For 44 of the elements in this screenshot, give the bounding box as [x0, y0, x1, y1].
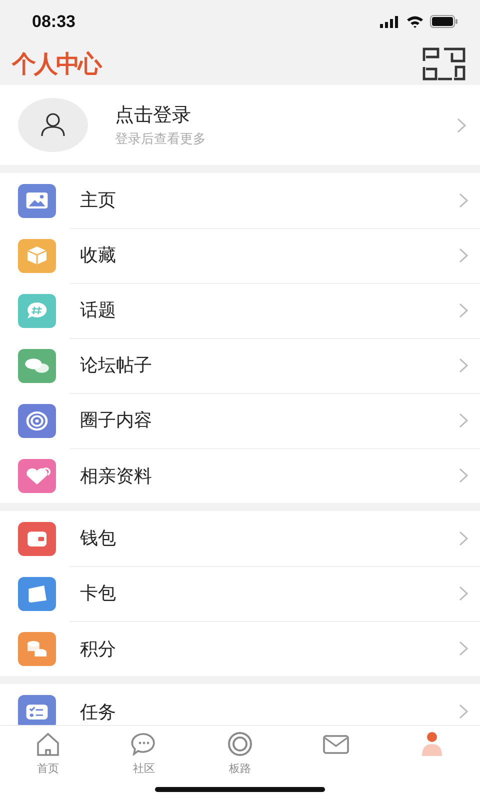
menu-label: 话题	[80, 299, 117, 322]
menu-label: 卡包	[80, 582, 117, 605]
chevron-icon	[459, 248, 468, 262]
chevron-icon	[459, 358, 468, 372]
chevron-icon	[459, 302, 468, 318]
home-icon	[34, 730, 62, 758]
menu-item[interactable]: 收藏	[0, 228, 480, 283]
signal-icon	[380, 16, 400, 28]
chevron-icon	[459, 704, 468, 719]
bubble-icon	[130, 730, 158, 758]
wifi-icon	[406, 15, 424, 28]
menu-label: 钱包	[80, 527, 117, 550]
menu-item[interactable]: 论坛帖子	[0, 338, 480, 393]
menu-label: 相亲资料	[80, 464, 153, 488]
menu-label: 任务	[80, 700, 117, 724]
battery-icon	[430, 15, 458, 28]
menu-label: 积分	[80, 638, 117, 660]
menu-label: 论坛帖子	[80, 354, 153, 377]
menu-item[interactable]: 相亲资料	[0, 448, 480, 503]
menu-label: 圈子内容	[80, 409, 153, 432]
login-subtitle: 登录后查看更多	[115, 131, 207, 148]
chevron-icon	[459, 530, 468, 546]
menu-item[interactable]: 话题	[0, 283, 480, 338]
chevron-icon	[459, 641, 468, 656]
chevron-icon	[459, 192, 468, 208]
menu-item[interactable]: 积分	[0, 621, 480, 676]
menu-item[interactable]: 钱包	[0, 511, 480, 566]
chevron-icon	[459, 468, 468, 483]
tab-item[interactable]: 社区	[96, 726, 192, 800]
login-title: 点击登录	[115, 103, 192, 128]
menu-label: 收藏	[80, 244, 117, 267]
status-time: 08:33	[32, 12, 76, 32]
tab-item[interactable]: 板路	[192, 726, 288, 800]
menu-label: 主页	[80, 189, 117, 212]
menu-item[interactable]: 主页	[0, 173, 480, 228]
chevron-icon	[457, 118, 466, 132]
menu-item[interactable]: 圈子内容	[0, 393, 480, 448]
menu-item[interactable]: 卡包	[0, 566, 480, 621]
login-card[interactable]: 点击登录 登录后查看更多	[0, 85, 480, 165]
chevron-icon	[459, 586, 468, 600]
scan-icon[interactable]	[422, 47, 466, 81]
page-title: 个人中心	[12, 48, 100, 80]
ring-icon	[226, 730, 254, 758]
chevron-icon	[459, 412, 468, 428]
